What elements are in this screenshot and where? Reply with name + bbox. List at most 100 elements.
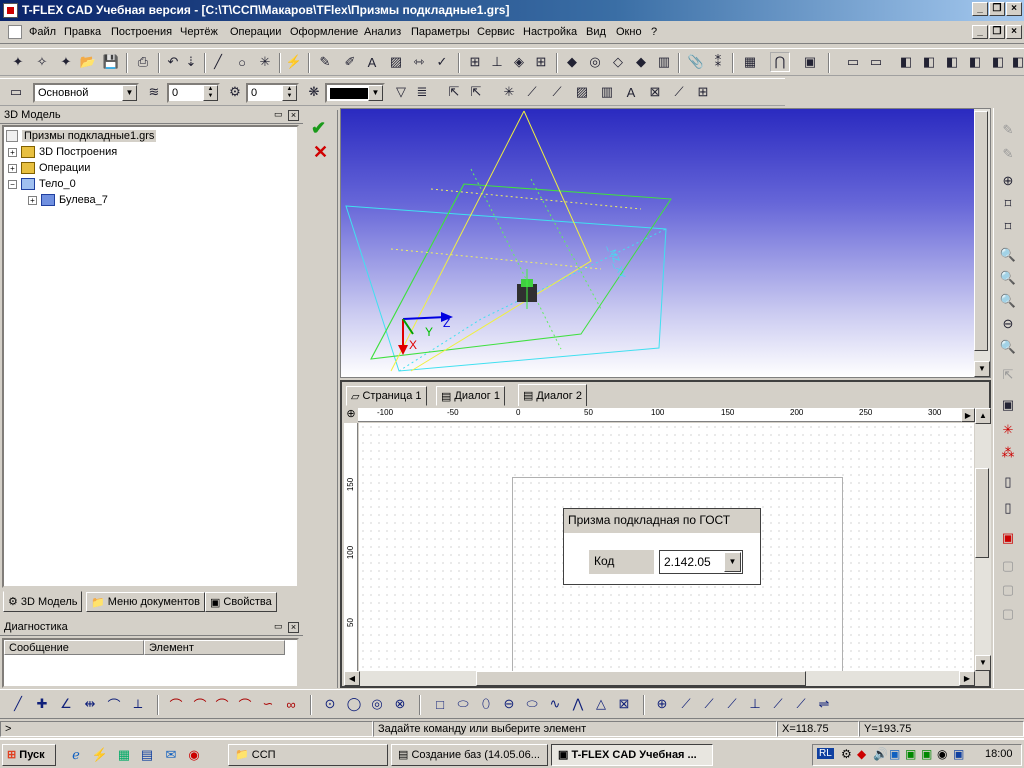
dimension-icon[interactable]: ⇿ — [409, 52, 429, 72]
spline-tool-icon[interactable]: ∿ — [545, 694, 565, 714]
new-file-icon[interactable]: ✦ — [8, 52, 28, 72]
tab-doc-menu[interactable]: 📁 Меню документов — [86, 592, 205, 612]
color-combo[interactable]: ▼ — [325, 83, 385, 103]
line-tool-icon[interactable]: ╱ — [8, 694, 28, 714]
view-opt3-icon[interactable]: ▢ — [998, 604, 1018, 624]
tab-page-1[interactable]: ▱ Страница 1 — [346, 386, 427, 406]
cube-top-icon[interactable]: ◧ — [942, 52, 962, 72]
triangle-tool-icon[interactable]: △ — [591, 694, 611, 714]
model-object[interactable] — [517, 269, 537, 309]
pin-icon[interactable]: ▭ — [274, 110, 285, 121]
square-tool-icon[interactable]: ⊠ — [614, 694, 634, 714]
circle2-tool-icon[interactable]: ◯ — [344, 694, 364, 714]
redraw-icon[interactable]: ▣ — [998, 395, 1018, 415]
layer-icon[interactable]: ▭ — [6, 82, 26, 102]
view-opt2-icon[interactable]: ▢ — [998, 580, 1018, 600]
color-palette-icon[interactable]: ❋ — [304, 82, 324, 102]
document-hscroll[interactable]: ◀ ▶ — [344, 671, 975, 686]
zoom-fit-icon[interactable]: 🔍 — [998, 291, 1018, 311]
zoom-icon[interactable]: 🔍 — [998, 245, 1018, 265]
tab-dialog-1[interactable]: ▤ Диалог 1 — [436, 386, 505, 406]
ruler-right-icon[interactable]: ▶ — [961, 408, 975, 422]
node7-tool-icon[interactable]: ⟋ — [791, 694, 811, 714]
save-icon[interactable]: 💾 — [101, 52, 121, 72]
pages-icon[interactable]: ▯ — [998, 498, 1018, 518]
node-tool-icon[interactable]: ⊕ — [652, 694, 672, 714]
3d-path-icon[interactable]: ◎ — [585, 52, 605, 72]
close-icon[interactable]: × — [288, 110, 299, 121]
circle-tool-icon[interactable]: ⊙ — [320, 694, 340, 714]
tree-item-3d-constructions[interactable]: + 3D Построения — [8, 146, 117, 158]
ellipse-tool-icon[interactable]: ⬭ — [453, 694, 473, 714]
3d-node-icon[interactable]: ◆ — [562, 52, 582, 72]
filter-icon[interactable]: ▽ — [391, 82, 411, 102]
perp-tool-icon[interactable]: ⟂ — [128, 694, 148, 714]
tray-app5-icon[interactable]: ▣ — [953, 747, 964, 761]
print-icon[interactable]: ⎙ — [133, 52, 153, 72]
tree-item-document[interactable]: Призмы подкладные1.grs — [6, 130, 157, 142]
arc5-tool-icon[interactable]: ∽ — [258, 694, 278, 714]
new-template-icon[interactable]: ✦ — [56, 52, 76, 72]
spin-icon[interactable]: ▲ ▼ — [203, 85, 218, 101]
zoom-dynamic-icon[interactable]: 🔍 — [998, 268, 1018, 288]
confirm-icon[interactable]: ✔ — [311, 118, 326, 139]
paperclip-icon[interactable]: 📎 — [686, 52, 706, 72]
tree-item-operations[interactable]: + Операции — [8, 162, 90, 174]
polyline-tool-icon[interactable]: ⋀ — [568, 694, 588, 714]
arc-tool-icon[interactable]: ⌒ — [166, 694, 186, 714]
pin-icon[interactable]: ▭ — [274, 622, 285, 633]
menu-format[interactable]: Оформление — [290, 26, 358, 38]
scroll-thumb[interactable] — [974, 111, 988, 351]
tray-app4-icon[interactable]: ◉ — [937, 747, 947, 761]
parallel-tool-icon[interactable]: ⇹ — [80, 694, 100, 714]
variables-icon[interactable]: ⁑ — [708, 52, 728, 72]
cross-tool-icon[interactable]: ✚ — [32, 694, 52, 714]
node4-tool-icon[interactable]: ⟋ — [722, 694, 742, 714]
code-select[interactable]: 2.142.05 ▼ — [659, 550, 743, 574]
select-table-icon[interactable]: ⊞ — [693, 82, 713, 102]
cube-front-icon[interactable]: ◧ — [896, 52, 916, 72]
quicklaunch-icon[interactable]: ⚡ — [90, 745, 110, 765]
page-icon[interactable]: ▯ — [998, 472, 1018, 492]
arc4-tool-icon[interactable]: ⌒ — [235, 694, 255, 714]
select-text-icon[interactable]: A — [621, 82, 641, 102]
scroll-down-icon[interactable]: ▼ — [975, 655, 991, 671]
tree-item-boolean[interactable]: + Булева_7 — [28, 194, 108, 206]
window-view2-icon[interactable]: ▭ — [866, 52, 886, 72]
text-icon[interactable]: A — [362, 52, 382, 72]
circle4-tool-icon[interactable]: ⊗ — [390, 694, 410, 714]
close-icon[interactable]: × — [288, 622, 299, 633]
roughness-icon[interactable]: ✓ — [432, 52, 452, 72]
sketch-icon[interactable]: ⚡ — [284, 52, 304, 72]
crosshair-icon[interactable]: ⊕ — [344, 408, 358, 422]
dialog-canvas[interactable]: Призма подкладная по ГОСТ Код 2.142.05 ▼ — [359, 423, 974, 677]
select-leader-icon[interactable]: ⟋ — [669, 82, 689, 102]
tray-volume-icon[interactable]: 🔊 — [873, 747, 888, 761]
pan-icon[interactable]: ⇱ — [998, 365, 1018, 385]
menu-parameters[interactable]: Параметры — [411, 26, 470, 38]
3d-profile-icon[interactable]: ◇ — [608, 52, 628, 72]
zoom-all-icon[interactable]: ⌑ — [998, 217, 1018, 237]
ellipse4-tool-icon[interactable]: ⬭ — [522, 694, 542, 714]
scroll-left-icon[interactable]: ◀ — [344, 671, 360, 686]
circle3-tool-icon[interactable]: ◎ — [367, 694, 387, 714]
scroll-right-icon[interactable]: ▶ — [959, 671, 975, 686]
select-graphic-icon[interactable]: ⟋ — [547, 82, 567, 102]
node3-tool-icon[interactable]: ⟋ — [699, 694, 719, 714]
redo-icon[interactable]: ⇣ — [181, 52, 201, 72]
tree-item-body[interactable]: − Тело_0 — [8, 178, 76, 190]
tray-app2-icon[interactable]: ▣ — [905, 747, 916, 761]
menu-analysis[interactable]: Анализ — [364, 26, 401, 38]
menu-view[interactable]: Вид — [586, 26, 606, 38]
chevron-down-icon[interactable]: ▼ — [122, 85, 137, 101]
blocks-icon[interactable]: ⊞ — [531, 52, 551, 72]
tab-3d-model[interactable]: ⚙ 3D Модель — [3, 591, 83, 612]
magnet-icon[interactable]: ⋂ — [770, 52, 790, 72]
window-view-icon[interactable]: ▭ — [843, 52, 863, 72]
diagnostics-list[interactable]: Сообщение Элемент — [2, 638, 299, 688]
grid-icon[interactable]: ⊞ — [465, 52, 485, 72]
layer-combo[interactable]: Основной ▼ — [33, 83, 139, 103]
model-tree[interactable]: Призмы подкладные1.grs + 3D Построения +… — [2, 125, 299, 588]
word-icon[interactable]: ▤ — [137, 745, 157, 765]
arc2-tool-icon[interactable]: ⌒ — [190, 694, 210, 714]
